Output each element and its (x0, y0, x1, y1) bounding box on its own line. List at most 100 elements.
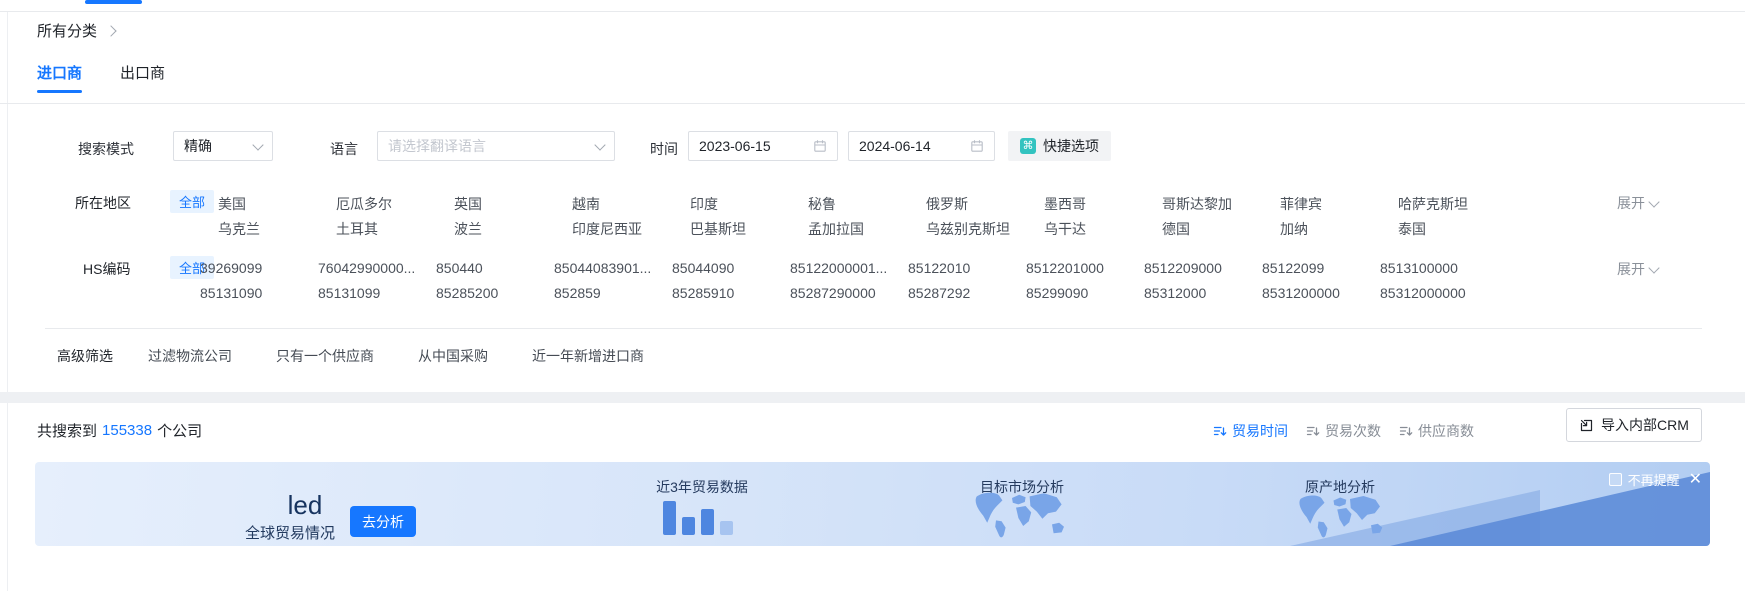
hs-code-item[interactable]: 85299090 (1026, 285, 1144, 301)
sort-bar: 贸易时间 贸易次数 供应商数 (1213, 421, 1474, 441)
hs-code-item[interactable]: 85122099 (1262, 260, 1380, 276)
hs-code-item[interactable]: 8512209000 (1144, 260, 1262, 276)
filter-divider (45, 328, 1702, 329)
region-item[interactable]: 印度尼西亚 (572, 219, 690, 239)
import-crm-label: 导入内部CRM (1601, 415, 1689, 435)
sort-icon (1306, 424, 1320, 438)
region-item[interactable]: 印度 (690, 194, 808, 214)
region-item[interactable]: 厄瓜多尔 (336, 194, 454, 214)
search-mode-select[interactable]: 精确 (173, 131, 273, 161)
region-item[interactable]: 孟加拉国 (808, 219, 926, 239)
sort-icon (1213, 424, 1227, 438)
hs-code-item[interactable]: 85312000000 (1380, 285, 1498, 301)
hs-code-item[interactable]: 85287292 (908, 285, 1026, 301)
region-item[interactable]: 巴基斯坦 (690, 219, 808, 239)
region-expand[interactable]: 展开 (1617, 193, 1658, 213)
end-date-value: 2024-06-14 (859, 138, 931, 154)
advanced-filter-option[interactable]: 过滤物流公司 (148, 346, 232, 366)
analyze-button[interactable]: 去分析 (350, 506, 416, 537)
dismiss-group: 不再提醒 ✕ (1609, 470, 1702, 489)
region-item[interactable]: 俄罗斯 (926, 194, 1044, 214)
region-item[interactable]: 加纳 (1280, 219, 1398, 239)
region-item[interactable]: 乌克兰 (218, 219, 336, 239)
region-row-2: 乌克兰土耳其波兰印度尼西亚巴基斯坦孟加拉国乌兹别克斯坦乌干达德国加纳泰国 (218, 219, 1516, 239)
hs-code-item[interactable]: 85131090 (200, 285, 318, 301)
bar (682, 517, 695, 535)
region-item[interactable]: 德国 (1162, 219, 1280, 239)
region-all-tag[interactable]: 全部 (170, 190, 214, 213)
region-item[interactable]: 波兰 (454, 219, 572, 239)
sort-option-label: 供应商数 (1418, 421, 1474, 441)
language-select[interactable]: 请选择翻译语言 (377, 131, 615, 161)
hs-code-item[interactable]: 850440 (436, 260, 554, 276)
result-count[interactable]: 155338 (102, 422, 152, 439)
hs-code-item[interactable]: 76042990000... (318, 260, 436, 276)
close-icon[interactable]: ✕ (1689, 473, 1702, 486)
region-item[interactable]: 越南 (572, 194, 690, 214)
result-count-suffix: 个公司 (157, 420, 202, 441)
advanced-filter-option[interactable]: 近一年新增进口商 (532, 346, 644, 366)
sort-option[interactable]: 贸易次数 (1306, 421, 1381, 441)
hs-code-item[interactable]: 85044090 (672, 260, 790, 276)
calendar-icon (970, 139, 984, 153)
hs-code-item[interactable]: 8512201000 (1026, 260, 1144, 276)
advanced-filter-option[interactable]: 从中国采购 (418, 346, 488, 366)
hs-code-item[interactable]: 85044083901... (554, 260, 672, 276)
advanced-filter-option[interactable]: 只有一个供应商 (276, 346, 374, 366)
start-date-input[interactable]: 2023-06-15 (688, 131, 838, 161)
hs-code-item[interactable]: 8531200000 (1262, 285, 1380, 301)
hs-code-item[interactable]: 8513100000 (1380, 260, 1498, 276)
region-item[interactable]: 泰国 (1398, 219, 1516, 239)
hs-code-item[interactable]: 85287290000 (790, 285, 908, 301)
region-item[interactable]: 英国 (454, 194, 572, 214)
region-row-1: 美国厄瓜多尔英国越南印度秘鲁俄罗斯墨西哥哥斯达黎加菲律宾哈萨克斯坦 (218, 194, 1516, 214)
dismiss-checkbox[interactable] (1609, 473, 1622, 486)
chevron-down-icon (252, 139, 263, 150)
import-icon (1579, 418, 1594, 433)
bar (720, 521, 733, 535)
hs-code-row-1: 3926909976042990000...85044085044083901.… (200, 260, 1498, 276)
breadcrumb[interactable]: 所有分类 (37, 20, 115, 41)
search-mode-value: 精确 (184, 136, 212, 156)
dismiss-label: 不再提醒 (1628, 470, 1680, 489)
hs-code-item[interactable]: 85285910 (672, 285, 790, 301)
end-date-input[interactable]: 2024-06-14 (848, 131, 995, 161)
bar (701, 509, 714, 535)
language-label: 语言 (330, 139, 358, 159)
hs-code-item[interactable]: 85122000001... (790, 260, 908, 276)
sort-icon (1399, 424, 1413, 438)
import-crm-button[interactable]: 导入内部CRM (1566, 408, 1702, 442)
sort-option-label: 贸易次数 (1325, 421, 1381, 441)
sort-option[interactable]: 供应商数 (1399, 421, 1474, 441)
sort-option[interactable]: 贸易时间 (1213, 421, 1288, 441)
region-item[interactable]: 墨西哥 (1044, 194, 1162, 214)
hs-code-item[interactable]: 852859 (554, 285, 672, 301)
region-item[interactable]: 哥斯达黎加 (1162, 194, 1280, 214)
region-item[interactable]: 秘鲁 (808, 194, 926, 214)
hs-code-item[interactable]: 85312000 (1144, 285, 1262, 301)
region-item[interactable]: 土耳其 (336, 219, 454, 239)
hs-code-item[interactable]: 85285200 (436, 285, 554, 301)
hs-code-item[interactable]: 85122010 (908, 260, 1026, 276)
region-item[interactable]: 美国 (218, 194, 336, 214)
region-item[interactable]: 乌干达 (1044, 219, 1162, 239)
hs-code-item[interactable]: 39269099 (200, 260, 318, 276)
region-label: 所在地区 (75, 193, 131, 213)
region-item[interactable]: 哈萨克斯坦 (1398, 194, 1516, 214)
tab[interactable]: 出口商 (120, 62, 165, 99)
tab-label: 进口商 (37, 65, 82, 82)
region-item[interactable]: 菲律宾 (1280, 194, 1398, 214)
quick-options-button[interactable]: ⌘ 快捷选项 (1008, 131, 1111, 161)
analysis-banner: led 全球贸易情况 去分析 近3年贸易数据 目标市场分析 原产地分析 (35, 462, 1710, 546)
result-count-prefix: 共搜索到 (37, 420, 97, 441)
quick-options-label: 快捷选项 (1043, 136, 1099, 156)
breadcrumb-label: 所有分类 (37, 20, 97, 41)
sort-option-label: 贸易时间 (1232, 421, 1288, 441)
hs-code-expand[interactable]: 展开 (1617, 259, 1658, 279)
result-count-line: 共搜索到 155338 个公司 (37, 420, 202, 441)
hs-code-label: HS编码 (83, 259, 130, 279)
tab[interactable]: 进口商 (37, 62, 82, 99)
region-item[interactable]: 乌兹别克斯坦 (926, 219, 1044, 239)
banner-section-trade-data-title: 近3年贸易数据 (656, 477, 748, 497)
hs-code-item[interactable]: 85131099 (318, 285, 436, 301)
